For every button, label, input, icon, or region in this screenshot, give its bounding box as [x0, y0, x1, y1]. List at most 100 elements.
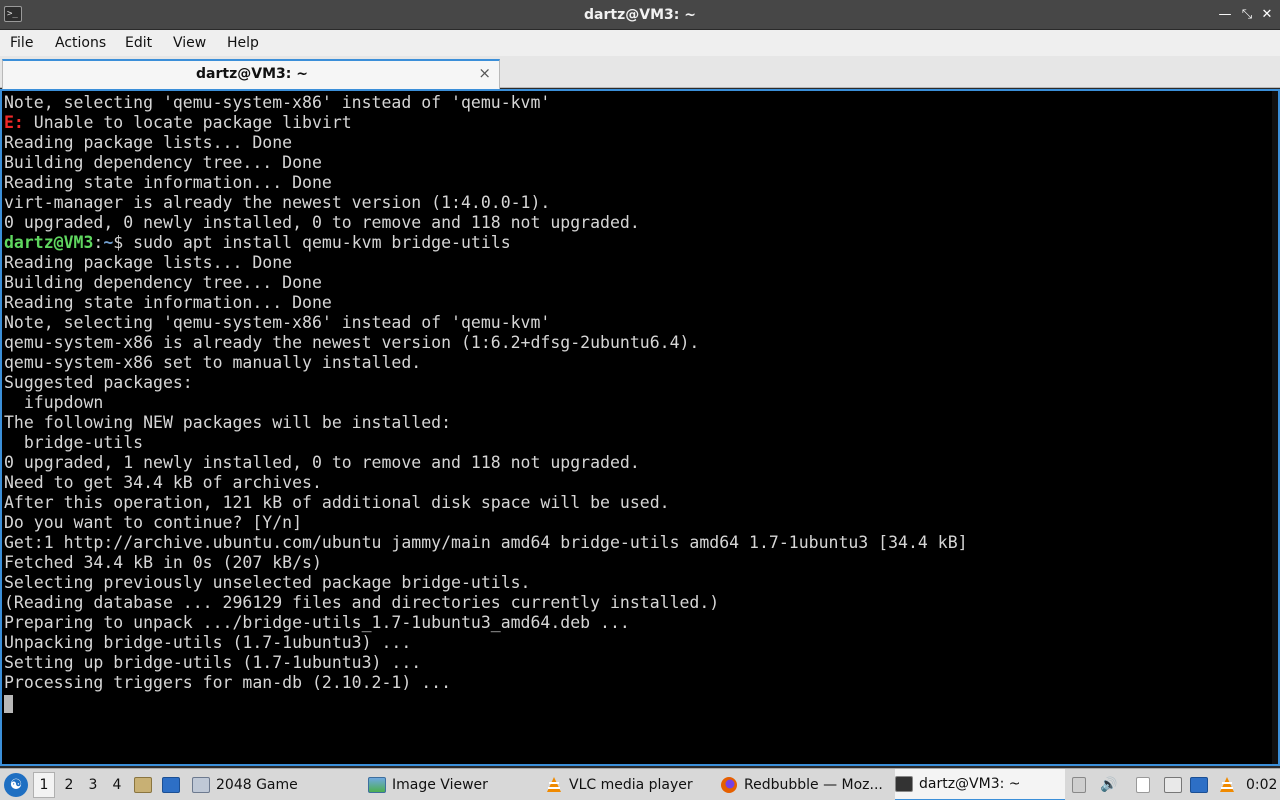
- terminal-line: The following NEW packages will be insta…: [4, 413, 1278, 433]
- terminal-line: E: Unable to locate package libvirt: [4, 113, 1278, 133]
- image-viewer-icon: [368, 777, 386, 793]
- terminal-line: Reading state information... Done: [4, 293, 1278, 313]
- workspace-4[interactable]: 4: [106, 769, 128, 800]
- terminal-line: 0 upgraded, 0 newly installed, 0 to remo…: [4, 213, 1278, 233]
- terminal-line: Setting up bridge-utils (1.7-1ubuntu3) .…: [4, 653, 1278, 673]
- terminal-line: Selecting previously unselected package …: [4, 573, 1278, 593]
- terminal-line: (Reading database ... 296129 files and d…: [4, 593, 1278, 613]
- task-label: 2048 Game: [216, 777, 298, 793]
- task-firefox[interactable]: Redbubble — Moz...: [720, 769, 890, 800]
- window-title: dartz@VM3: ~: [584, 7, 696, 23]
- terminal-line-text: virt-manager is already the newest versi…: [4, 193, 551, 212]
- menubar: File Actions Edit View Help: [0, 30, 1280, 56]
- update-notifier-icon[interactable]: [1190, 769, 1208, 800]
- task-label: Redbubble — Moz...: [744, 777, 883, 793]
- prompt-symbol: $: [113, 233, 124, 252]
- network-icon[interactable]: [1164, 769, 1182, 800]
- terminal-line-text: Note, selecting 'qemu-system-x86' instea…: [4, 93, 551, 112]
- terminal-line: Processing triggers for man-db (2.10.2-1…: [4, 673, 1278, 693]
- clock[interactable]: 0:02: [1246, 769, 1277, 800]
- notes-icon[interactable]: [1136, 769, 1150, 800]
- file-manager-launcher-icon[interactable]: [134, 769, 152, 800]
- terminal-line: virt-manager is already the newest versi…: [4, 193, 1278, 213]
- workspace-2[interactable]: 2: [58, 769, 80, 800]
- terminal-line-text: Suggested packages:: [4, 373, 193, 392]
- tab-bar: dartz@VM3: ~ ×: [0, 56, 1280, 89]
- terminal-line-text: Building dependency tree... Done: [4, 153, 322, 172]
- terminal-line-text: Processing triggers for man-db (2.10.2-1…: [4, 673, 452, 692]
- terminal-line: Need to get 34.4 kB of archives.: [4, 473, 1278, 493]
- terminal-line: Reading package lists... Done: [4, 133, 1278, 153]
- terminal-line: Suggested packages:: [4, 373, 1278, 393]
- terminal-line-text: Do you want to continue? [Y/n]: [4, 513, 303, 532]
- minimize-icon[interactable]: —: [1216, 6, 1234, 24]
- terminal-line: Unpacking bridge-utils (1.7-1ubuntu3) ..…: [4, 633, 1278, 653]
- terminal-line-text: Building dependency tree... Done: [4, 273, 322, 292]
- start-menu-icon[interactable]: ☯: [4, 773, 28, 797]
- terminal-line-text: qemu-system-x86 is already the newest ve…: [4, 333, 700, 352]
- menu-actions[interactable]: Actions: [55, 35, 106, 51]
- vlc-icon: [547, 777, 561, 792]
- task-label: dartz@VM3: ~: [919, 776, 1021, 792]
- terminal-line: Reading package lists... Done: [4, 253, 1278, 273]
- terminal-line-text: Reading package lists... Done: [4, 133, 293, 152]
- menu-edit[interactable]: Edit: [125, 35, 152, 51]
- error-prefix: E:: [4, 113, 24, 132]
- task-label: Image Viewer: [392, 777, 488, 793]
- terminal-output[interactable]: Note, selecting 'qemu-system-x86' instea…: [0, 89, 1280, 766]
- terminal-line-text: Reading package lists... Done: [4, 253, 293, 272]
- maximize-icon[interactable]: ⤡: [1238, 6, 1256, 24]
- firefox-icon: [721, 777, 737, 793]
- task-image-viewer[interactable]: Image Viewer: [368, 769, 538, 800]
- terminal-scrollbar[interactable]: [1272, 91, 1278, 764]
- prompt-user: dartz@VM3: [4, 233, 94, 252]
- terminal-line-text: Fetched 34.4 kB in 0s (207 kB/s): [4, 553, 322, 572]
- tab-close-icon[interactable]: ×: [478, 64, 491, 82]
- show-desktop-icon[interactable]: [162, 769, 180, 800]
- menu-help[interactable]: Help: [227, 35, 259, 51]
- terminal-line-text: Need to get 34.4 kB of archives.: [4, 473, 322, 492]
- terminal-line: dartz@VM3:~$ sudo apt install qemu-kvm b…: [4, 233, 1278, 253]
- terminal-line: Do you want to continue? [Y/n]: [4, 513, 1278, 533]
- close-icon[interactable]: ✕: [1258, 6, 1276, 24]
- terminal-line: Fetched 34.4 kB in 0s (207 kB/s): [4, 553, 1278, 573]
- workspace-1[interactable]: 1: [33, 772, 55, 798]
- terminal-line: Building dependency tree... Done: [4, 273, 1278, 293]
- window-titlebar[interactable]: >_ dartz@VM3: ~ — ⤡ ✕: [0, 0, 1280, 30]
- terminal-line-text: After this operation, 121 kB of addition…: [4, 493, 670, 512]
- workspace-3[interactable]: 3: [82, 769, 104, 800]
- task-2048-game[interactable]: 2048 Game: [192, 769, 362, 800]
- volume-icon[interactable]: 🔊: [1100, 769, 1117, 800]
- task-terminal[interactable]: dartz@VM3: ~: [895, 769, 1065, 800]
- task-vlc[interactable]: VLC media player: [545, 769, 715, 800]
- terminal-line-text: 0 upgraded, 0 newly installed, 0 to remo…: [4, 213, 640, 232]
- terminal-cursor-line: [4, 693, 1278, 713]
- terminal-line-text: The following NEW packages will be insta…: [4, 413, 452, 432]
- terminal-line: 0 upgraded, 1 newly installed, 0 to remo…: [4, 453, 1278, 473]
- terminal-line-text: (Reading database ... 296129 files and d…: [4, 593, 720, 612]
- terminal-line: ifupdown: [4, 393, 1278, 413]
- terminal-line: Reading state information... Done: [4, 173, 1278, 193]
- task-label: VLC media player: [569, 777, 693, 793]
- terminal-line: Building dependency tree... Done: [4, 153, 1278, 173]
- menu-view[interactable]: View: [173, 35, 206, 51]
- terminal-line-text: bridge-utils: [4, 433, 144, 452]
- text-cursor: [4, 694, 13, 713]
- vlc-tray-icon[interactable]: [1218, 769, 1236, 800]
- taskbar: ☯ 1 2 3 4 2048 Game Image Viewer VLC med…: [0, 768, 1280, 800]
- tab-terminal[interactable]: dartz@VM3: ~ ×: [2, 59, 500, 89]
- terminal-line-text: Note, selecting 'qemu-system-x86' instea…: [4, 313, 551, 332]
- terminal-line-text: Selecting previously unselected package …: [4, 573, 531, 592]
- clipboard-icon[interactable]: [1072, 769, 1086, 800]
- terminal-line-text: Unpacking bridge-utils (1.7-1ubuntu3) ..…: [4, 633, 412, 652]
- prompt-path: ~: [103, 233, 114, 252]
- terminal-line: Get:1 http://archive.ubuntu.com/ubuntu j…: [4, 533, 1278, 553]
- terminal-line-text: Unable to locate package libvirt: [23, 113, 352, 132]
- terminal-line-text: ifupdown: [4, 393, 104, 412]
- terminal-line-text: sudo apt install qemu-kvm bridge-utils: [123, 233, 511, 252]
- terminal-line: bridge-utils: [4, 433, 1278, 453]
- terminal-line: Note, selecting 'qemu-system-x86' instea…: [4, 93, 1278, 113]
- terminal-line-text: Preparing to unpack .../bridge-utils_1.7…: [4, 613, 630, 632]
- terminal-line-text: Get:1 http://archive.ubuntu.com/ubuntu j…: [4, 533, 968, 552]
- menu-file[interactable]: File: [10, 35, 33, 51]
